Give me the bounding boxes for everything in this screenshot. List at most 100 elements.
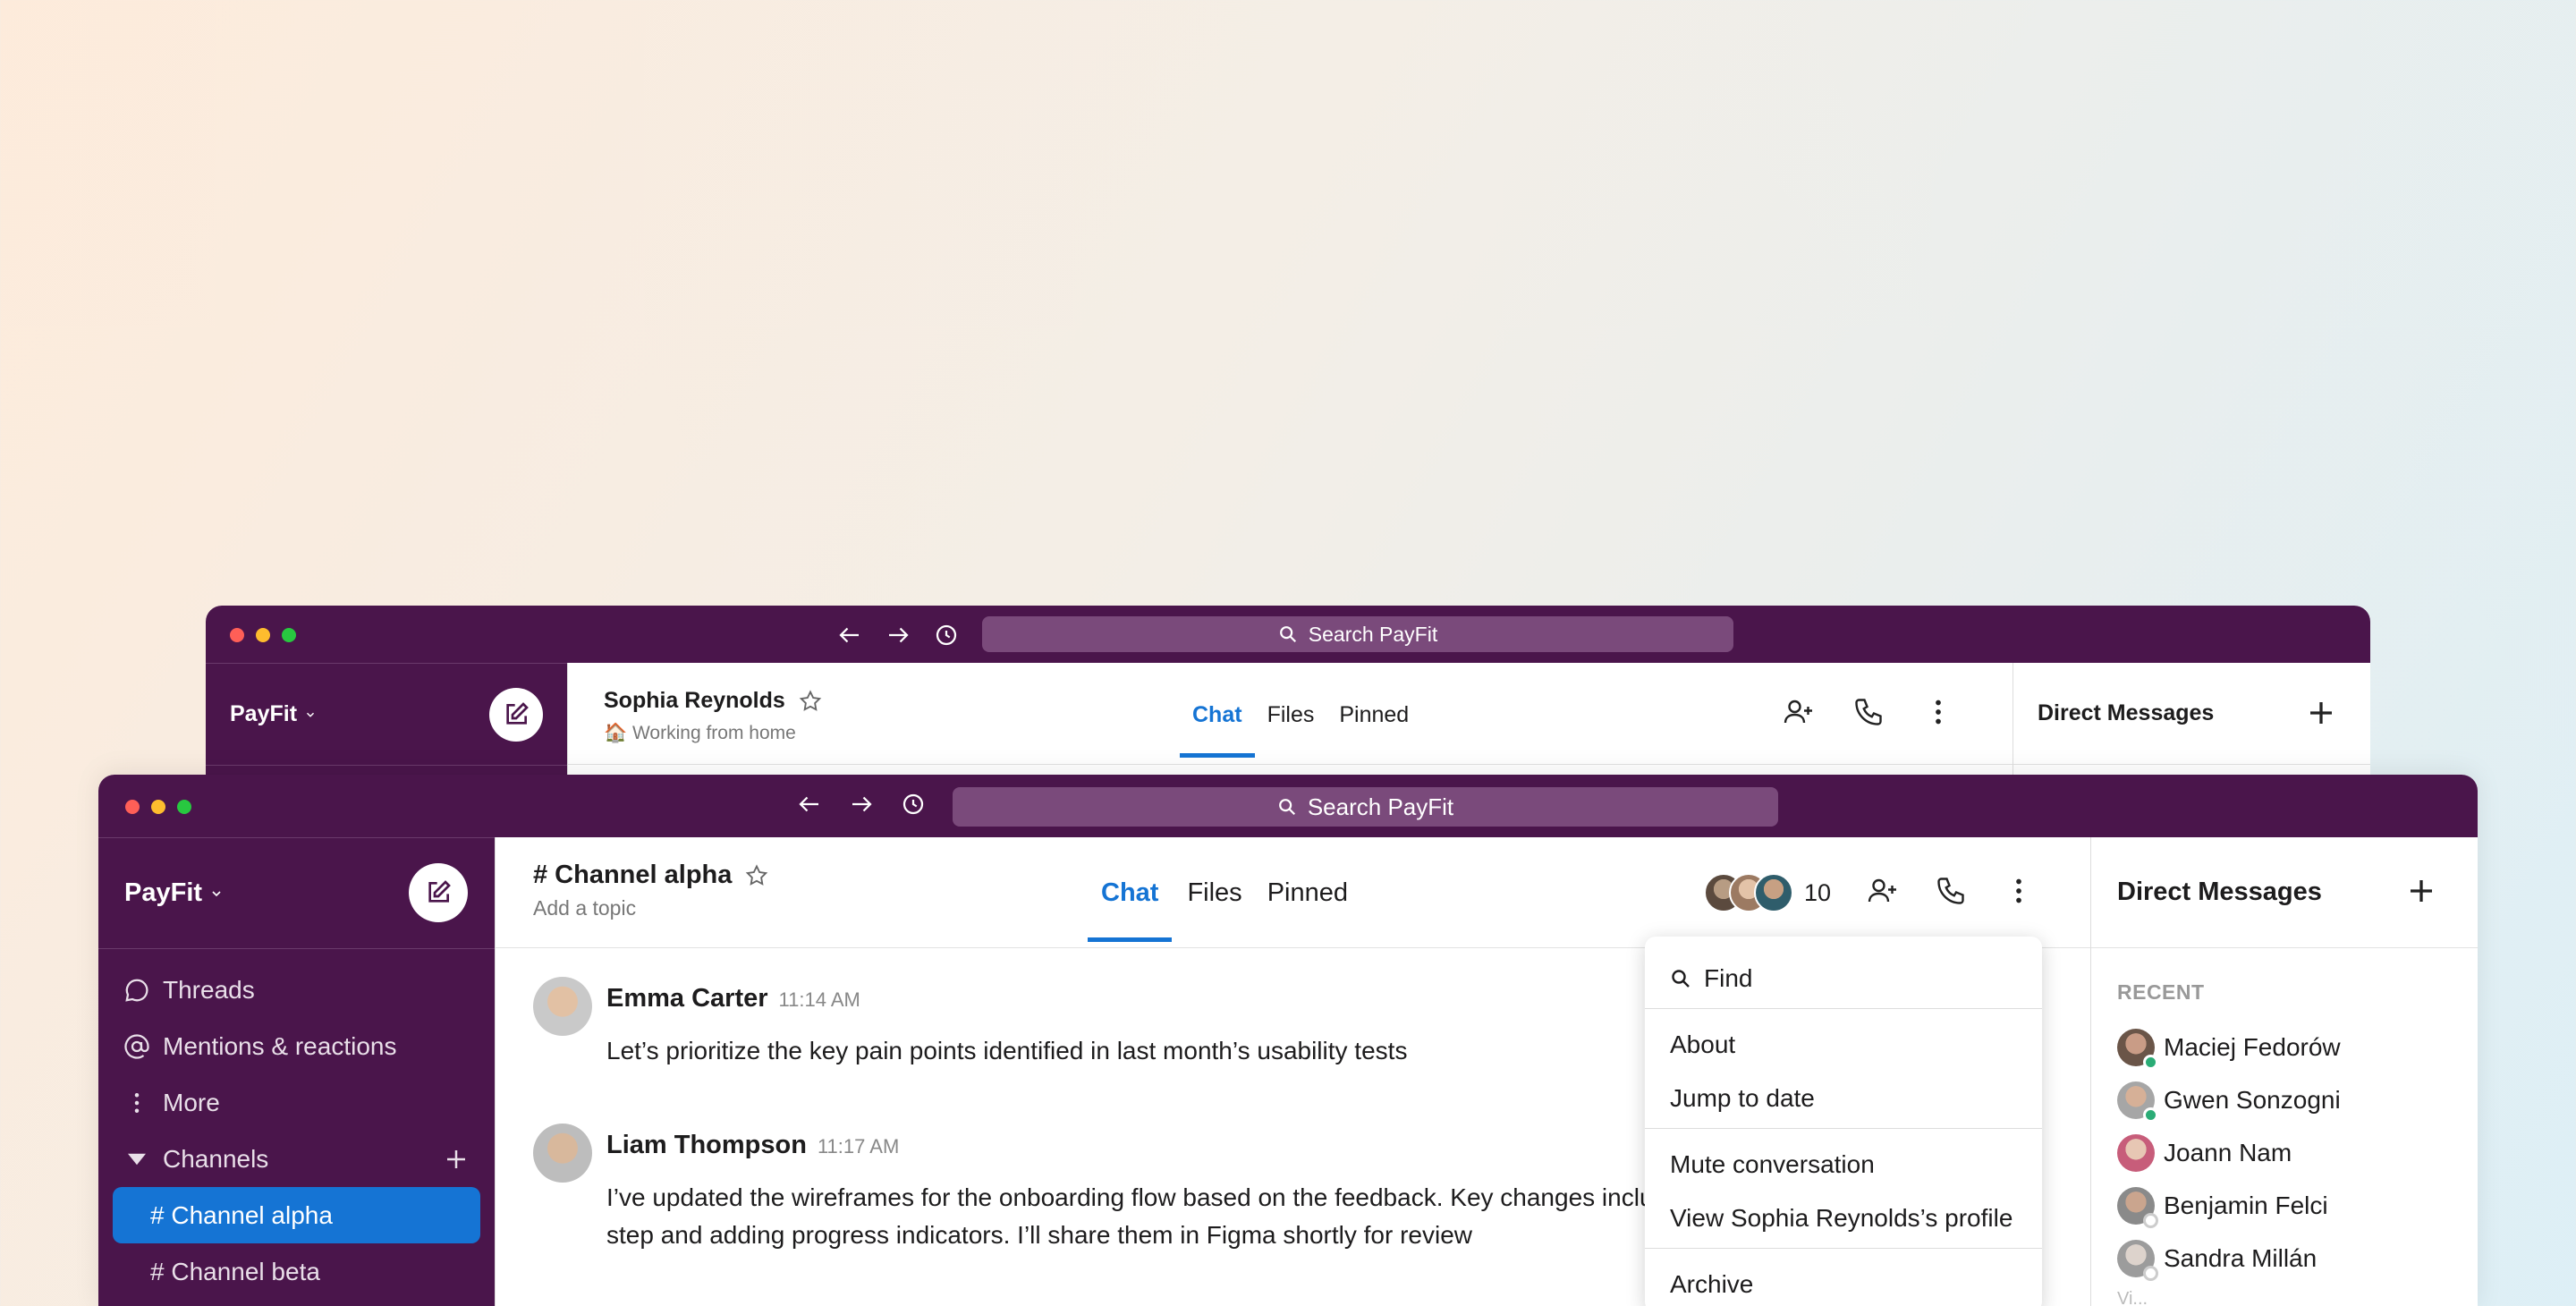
add-user-icon: [1784, 700, 1812, 724]
star-icon[interactable]: [744, 863, 769, 888]
sidebar-item-channel-alpha[interactable]: # Channel alpha: [113, 1187, 480, 1243]
close-window-button[interactable]: [230, 628, 244, 642]
add-channel-icon[interactable]: [443, 1146, 470, 1173]
search-icon: [1672, 970, 1690, 988]
tab-files[interactable]: Files: [1187, 878, 1241, 908]
dm-item[interactable]: Maciej Fedorów: [2117, 1021, 2341, 1073]
message-author[interactable]: Liam Thompson: [606, 1131, 807, 1160]
tab-chat[interactable]: Chat: [1087, 878, 1174, 942]
search-bar[interactable]: Search PayFit: [953, 787, 1778, 827]
dm-name: Sandra Millán: [2164, 1243, 2318, 1272]
search-bar[interactable]: Search PayFit: [982, 616, 1733, 652]
dm-item[interactable]: Sandra Millán: [2117, 1232, 2341, 1285]
history-clock-icon[interactable]: [933, 622, 960, 649]
channel-name[interactable]: # Channel alpha: [533, 861, 732, 890]
avatar[interactable]: [533, 977, 592, 1036]
search-icon: [1278, 799, 1295, 816]
avatar: [2117, 1239, 2158, 1281]
message-timestamp[interactable]: 11:17 AM: [818, 1135, 899, 1158]
tab-pinned[interactable]: Pinned: [1339, 702, 1409, 728]
tab-files[interactable]: Files: [1267, 702, 1315, 728]
message-author[interactable]: Emma Carter: [606, 984, 768, 1013]
workspace-switcher[interactable]: PayFit: [230, 701, 317, 727]
close-window-button[interactable]: [125, 800, 140, 814]
menu-item-archive[interactable]: Archive: [1670, 1270, 1753, 1299]
back-arrow-icon[interactable]: [836, 622, 863, 649]
add-topic-link[interactable]: Add a topic: [533, 896, 636, 920]
zoom-window-button[interactable]: [282, 628, 296, 642]
compose-button[interactable]: [489, 688, 543, 742]
menu-divider: [1645, 1008, 2042, 1009]
minimize-window-button[interactable]: [256, 628, 270, 642]
at-sign-icon: [124, 1033, 149, 1059]
window-controls: [125, 800, 191, 814]
minimize-window-button[interactable]: [151, 800, 165, 814]
workspace-name: PayFit: [124, 878, 203, 907]
tab-chat[interactable]: Chat: [1180, 702, 1255, 758]
titlebar: Search PayFit: [206, 606, 2370, 663]
direct-messages-panel: Direct Messages RECENT Maciej Fedorów Gw…: [2090, 837, 2478, 1306]
more-vertical-icon: [134, 1092, 140, 1113]
channel-members-button[interactable]: 10: [1703, 873, 1831, 912]
new-dm-button[interactable]: [2405, 875, 2437, 914]
search-placeholder: Search PayFit: [1308, 622, 1438, 646]
avatar: [2117, 1028, 2158, 1070]
dm-name: Joann Nam: [2164, 1138, 2292, 1166]
back-arrow-icon[interactable]: [796, 791, 823, 818]
dm-item[interactable]: Joann Nam: [2117, 1126, 2341, 1179]
history-clock-icon[interactable]: [900, 791, 927, 818]
sidebar-list: Threads Mentions & reactions More Channe…: [98, 949, 495, 1306]
sidebar-item-threads[interactable]: Threads: [113, 962, 480, 1018]
menu-divider: [1645, 1128, 2042, 1129]
sidebar-item-label: More: [163, 1088, 220, 1116]
call-button[interactable]: [1852, 696, 1885, 733]
history-nav: [796, 791, 927, 818]
forward-arrow-icon[interactable]: [848, 791, 875, 818]
titlebar: Search PayFit: [98, 775, 2478, 837]
more-options-button[interactable]: [1922, 696, 1954, 733]
compose-button[interactable]: [409, 863, 468, 922]
sidebar-item-more[interactable]: More: [113, 1074, 480, 1131]
sidebar-item-channel-beta[interactable]: # Channel beta: [113, 1243, 480, 1300]
conversation-header: # Channel alpha Add a topic Chat Files P…: [496, 837, 2090, 948]
sidebar: PayFit Threads Mentions & reactions More: [98, 837, 495, 1306]
recent-section-label: RECENT: [2117, 980, 2205, 1004]
menu-divider: [1645, 1248, 2042, 1249]
forward-arrow-icon[interactable]: [885, 622, 911, 649]
avatar[interactable]: [533, 1124, 592, 1183]
message-text: Let’s prioritize the key pain points ide…: [606, 1037, 1408, 1064]
more-options-button[interactable]: [2003, 875, 2035, 912]
conversation-tabs: Chat Files Pinned: [1180, 702, 1434, 758]
new-dm-button[interactable]: [2305, 697, 2337, 735]
plus-icon: [2310, 702, 2332, 724]
direct-messages-title: Direct Messages: [2117, 878, 2322, 906]
sidebar-item-mentions[interactable]: Mentions & reactions: [113, 1018, 480, 1074]
dm-list: Maciej Fedorów Gwen Sonzogni Joann Nam B…: [2117, 1021, 2341, 1285]
chevron-down-icon: [212, 890, 221, 896]
dm-item[interactable]: Gwen Sonzogni: [2117, 1073, 2341, 1126]
message-timestamp[interactable]: 11:14 AM: [779, 988, 860, 1012]
channels-label: Channels: [163, 1144, 269, 1173]
search-icon: [1279, 626, 1296, 643]
menu-item-mute[interactable]: Mute conversation: [1670, 1150, 1875, 1179]
menu-item-view-profile[interactable]: View Sophia Reynolds’s profile: [1670, 1204, 2012, 1233]
add-people-button[interactable]: [1783, 696, 1815, 733]
view-all-link[interactable]: Vi...: [2117, 1289, 2148, 1306]
call-button[interactable]: [1935, 875, 1967, 912]
direct-messages-title: Direct Messages: [2038, 700, 2215, 725]
add-people-button[interactable]: [1867, 875, 1899, 912]
workspace-switcher[interactable]: PayFit: [124, 878, 224, 908]
message-header: Emma Carter 11:14 AM: [606, 984, 860, 1013]
dm-item[interactable]: Benjamin Felci: [2117, 1179, 2341, 1232]
menu-item-find[interactable]: Find: [1670, 964, 1752, 993]
zoom-window-button[interactable]: [177, 800, 191, 814]
conversation-tabs: Chat Files Pinned: [1087, 878, 1373, 942]
threads-icon: [125, 979, 148, 1002]
star-icon[interactable]: [798, 689, 823, 714]
tab-pinned[interactable]: Pinned: [1267, 878, 1348, 908]
contact-name[interactable]: Sophia Reynolds: [604, 688, 785, 714]
menu-item-jump-to-date[interactable]: Jump to date: [1670, 1084, 1815, 1113]
channels-section-header[interactable]: Channels: [113, 1131, 480, 1187]
menu-item-about[interactable]: About: [1670, 1030, 1735, 1059]
kebab-menu-icon: [1936, 700, 1941, 725]
